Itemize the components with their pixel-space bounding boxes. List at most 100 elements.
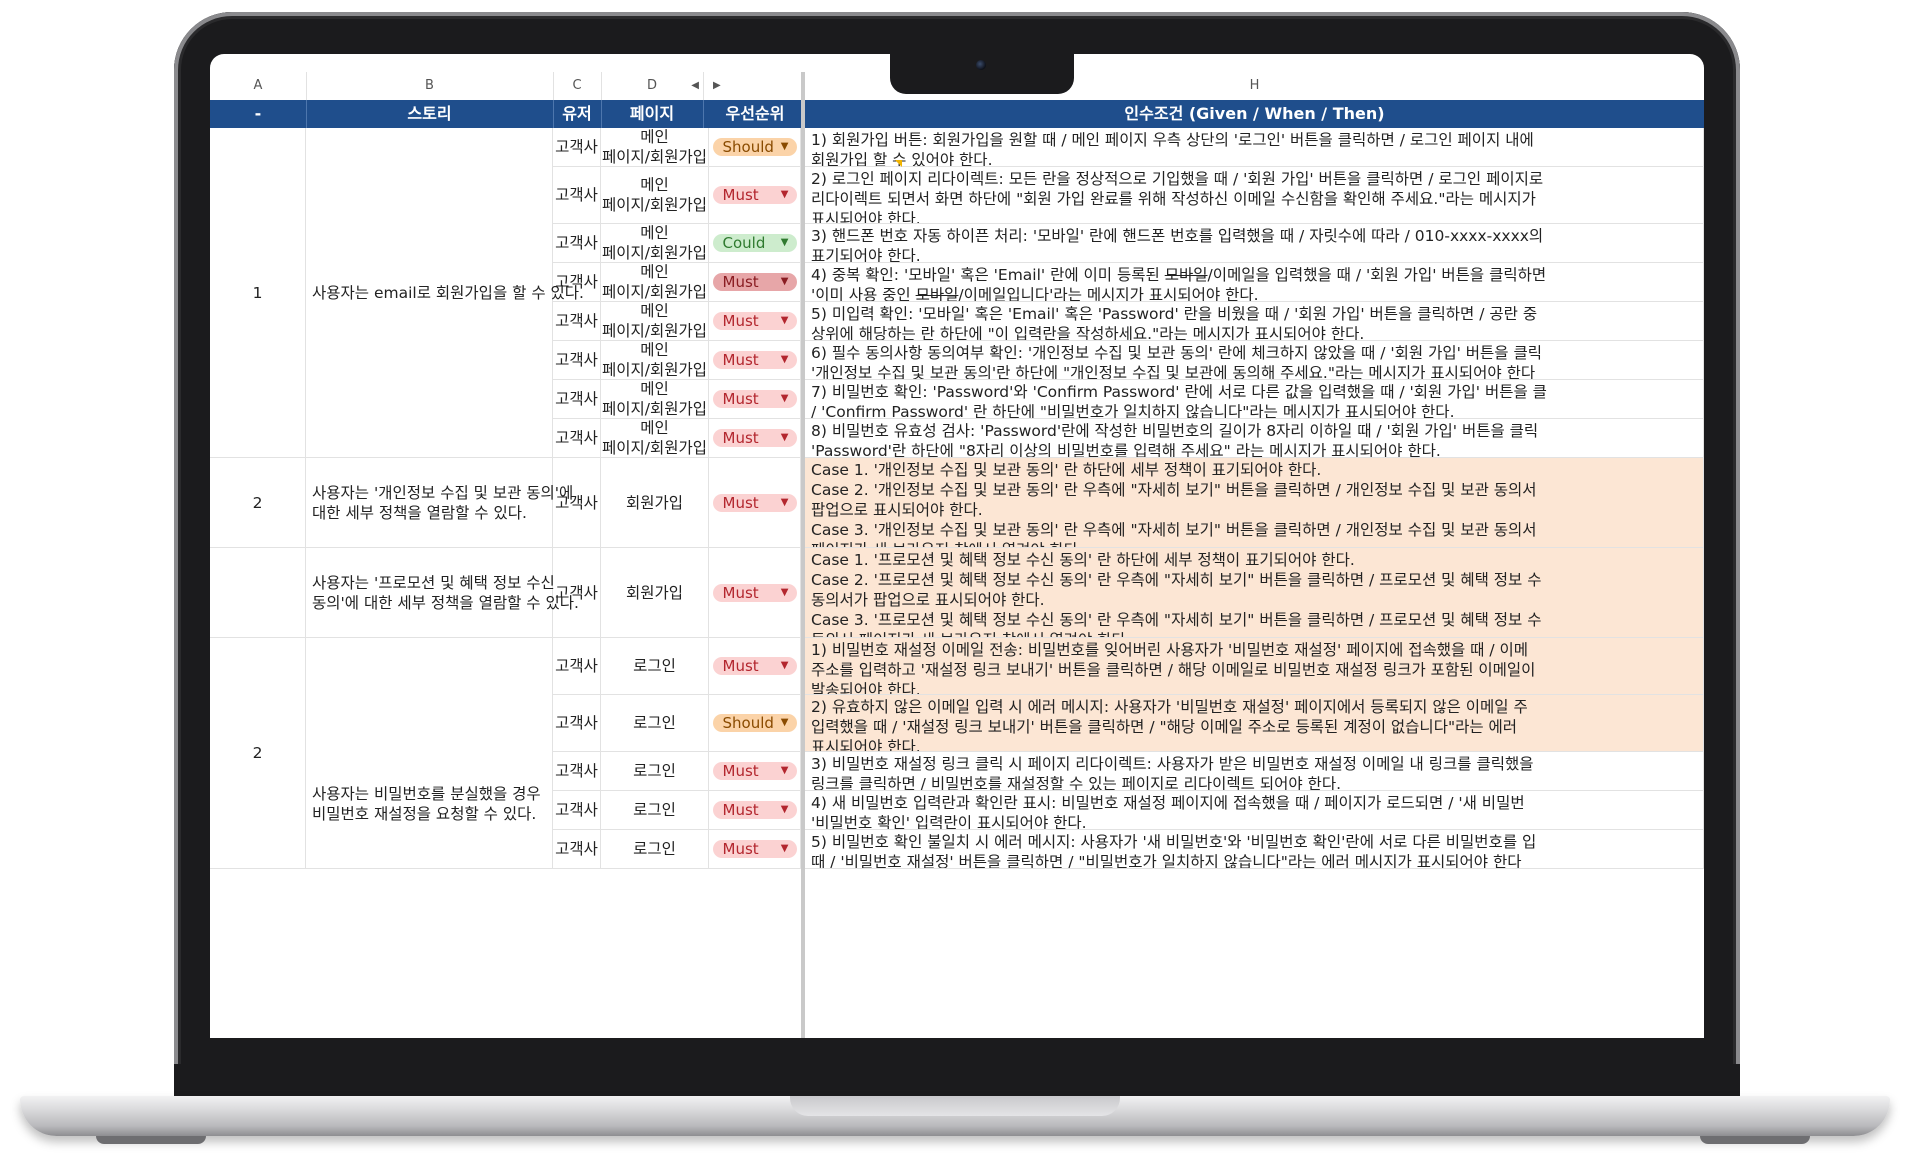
cell-story-number[interactable]: 1 (210, 128, 306, 458)
cell-user[interactable]: 고객사 (553, 830, 601, 869)
chevron-down-icon[interactable]: ▼ (781, 493, 789, 513)
cell-priority[interactable]: Must ▼ (709, 638, 801, 695)
cell-criteria[interactable]: 7) 비밀번호 확인: 'Password'와 'Confirm Passwor… (805, 380, 1704, 419)
column-letter-a[interactable]: A (210, 72, 307, 100)
cell-page[interactable]: 메인 페이지/회원가입 (601, 263, 709, 302)
cell-priority[interactable]: Must ▼ (709, 548, 801, 638)
priority-dropdown[interactable]: Must ▼ (712, 428, 797, 448)
cell-user[interactable]: 고객사 (553, 167, 601, 224)
cell-story-number[interactable]: 2 (210, 638, 306, 869)
cell-priority[interactable]: Should ▼ (709, 128, 801, 167)
cell-page[interactable]: 메인 페이지/회원가입 (601, 380, 709, 419)
priority-dropdown[interactable]: Must ▼ (712, 493, 797, 513)
cell-priority[interactable]: Must ▼ (709, 263, 801, 302)
expand-right-icon[interactable]: ▶ (713, 72, 721, 100)
cell-criteria[interactable]: 6) 필수 동의사항 동의여부 확인: '개인정보 수집 및 보관 동의' 란에… (805, 341, 1704, 380)
chevron-down-icon[interactable]: ▼ (781, 350, 789, 370)
priority-dropdown[interactable]: Must ▼ (712, 389, 797, 409)
cell-criteria[interactable]: 1) 회원가입 버튼: 회원가입을 원할 때 / 메인 페이지 우측 상단의 '… (805, 128, 1704, 167)
cell-user[interactable]: 고객사 (553, 752, 601, 791)
cell-story[interactable]: 사용자는 비밀번호를 분실했을 경우 비밀번호 재설정을 요청할 수 있다. (306, 638, 553, 869)
priority-dropdown[interactable]: Must ▼ (712, 583, 797, 603)
cell-user[interactable]: 고객사 (553, 791, 601, 830)
cell-criteria[interactable]: 3) 핸드폰 번호 자동 하이픈 처리: '모바일' 란에 핸드폰 번호를 입력… (805, 224, 1704, 263)
freeze-divider[interactable] (801, 72, 805, 1038)
chevron-down-icon[interactable]: ▼ (781, 761, 789, 781)
cell-criteria[interactable]: 3) 비밀번호 재설정 링크 클릭 시 페이지 리다이렉트: 사용자가 받은 비… (805, 752, 1704, 791)
cell-page[interactable]: 로그인 (601, 752, 709, 791)
cell-criteria[interactable]: 1) 비밀번호 재설정 이메일 전송: 비밀번호를 잊어버린 사용자가 '비밀번… (805, 638, 1704, 695)
chevron-down-icon[interactable]: ▼ (781, 389, 789, 409)
cell-page[interactable]: 로그인 (601, 830, 709, 869)
column-letter-b[interactable]: B (306, 72, 554, 100)
chevron-down-icon[interactable]: ▼ (781, 583, 789, 603)
cell-priority[interactable]: Must ▼ (709, 302, 801, 341)
cell-criteria[interactable]: Case 1. '프로모션 및 혜택 정보 수신 동의' 란 하단에 세부 정책… (805, 548, 1704, 638)
cell-priority[interactable]: Must ▼ (709, 458, 801, 548)
cell-page[interactable]: 로그인 (601, 791, 709, 830)
priority-dropdown[interactable]: Must ▼ (712, 350, 797, 370)
cell-priority[interactable]: Must ▼ (709, 830, 801, 869)
chevron-down-icon[interactable]: ▼ (781, 656, 789, 676)
cell-user[interactable]: 고객사 (553, 341, 601, 380)
chevron-down-icon[interactable]: ▼ (781, 800, 789, 820)
cell-user[interactable]: 고객사 (553, 224, 601, 263)
cell-criteria[interactable]: 4) 새 비밀번호 입력란과 확인란 표시: 비밀번호 재설정 페이지에 접속했… (805, 791, 1704, 830)
priority-dropdown[interactable]: Must ▼ (712, 272, 797, 292)
priority-dropdown[interactable]: Must ▼ (712, 839, 797, 859)
priority-dropdown[interactable]: Must ▼ (712, 656, 797, 676)
cell-criteria[interactable]: 5) 비밀번호 확인 불일치 시 에러 메시지: 사용자가 '새 비밀번호'와 … (805, 830, 1704, 869)
cell-criteria[interactable]: Case 1. '개인정보 수집 및 보관 동의' 란 하단에 세부 정책이 표… (805, 458, 1704, 548)
cell-page[interactable]: 메인 페이지/회원가입 (601, 167, 709, 224)
column-letter-c[interactable]: C (553, 72, 602, 100)
cell-page[interactable]: 회원가입 (601, 458, 709, 548)
cell-criteria[interactable]: 8) 비밀번호 유효성 검사: 'Password'란에 작성한 비밀번호의 길… (805, 419, 1704, 458)
cell-page[interactable]: 회원가입 (601, 548, 709, 638)
hidden-columns-toggle[interactable]: ▶ (709, 72, 802, 100)
chevron-down-icon[interactable]: ▼ (781, 428, 789, 448)
cell-priority[interactable]: Could ▼ (709, 224, 801, 263)
cell-priority[interactable]: Must ▼ (709, 791, 801, 830)
chevron-down-icon[interactable]: ▼ (781, 839, 789, 859)
cell-user[interactable]: 고객사 (553, 302, 601, 341)
cell-story-number[interactable]: 2 (210, 458, 306, 548)
priority-dropdown[interactable]: Should ▼ (712, 138, 797, 156)
cell-criteria[interactable]: 2) 유효하지 않은 이메일 입력 시 에러 메시지: 사용자가 '비밀번호 재… (805, 695, 1704, 752)
priority-dropdown[interactable]: Should ▼ (712, 713, 797, 733)
cell-user[interactable]: 고객사 (553, 380, 601, 419)
spreadsheet[interactable]: A B C D ◀ ▶ H - 스토리 유저 페이지 우선순위 인수조건 (Giv… (210, 54, 1704, 1038)
cell-page[interactable]: 로그인 (601, 638, 709, 695)
cell-page[interactable]: 로그인 (601, 695, 709, 752)
cell-page[interactable]: 메인 페이지/회원가입 (601, 341, 709, 380)
chevron-down-icon[interactable]: ▼ (781, 233, 789, 253)
priority-dropdown[interactable]: Must ▼ (712, 761, 797, 781)
priority-dropdown[interactable]: Must ▼ (712, 800, 797, 820)
cell-page[interactable]: 메인 페이지/회원가입 (601, 128, 709, 167)
cell-page[interactable]: 메인 페이지/회원가입 (601, 224, 709, 263)
comment-flag-icon[interactable] (895, 160, 902, 167)
column-letter-d[interactable]: D ◀ (601, 72, 704, 100)
cell-criteria[interactable]: 4) 중복 확인: '모바일' 혹은 'Email' 란에 이미 등록된 모바일… (805, 263, 1704, 302)
cell-priority[interactable]: Must ▼ (709, 419, 801, 458)
chevron-down-icon[interactable]: ▼ (781, 272, 789, 292)
cell-page[interactable]: 메인 페이지/회원가입 (601, 419, 709, 458)
priority-dropdown[interactable]: Must ▼ (712, 186, 797, 204)
priority-dropdown[interactable]: Could ▼ (712, 233, 797, 253)
chevron-down-icon[interactable]: ▼ (781, 713, 789, 733)
priority-dropdown[interactable]: Must ▼ (712, 311, 797, 331)
cell-story[interactable]: 사용자는 email로 회원가입을 할 수 있다. (306, 128, 584, 458)
cell-user[interactable]: 고객사 (553, 695, 601, 752)
chevron-down-icon[interactable]: ▼ (781, 311, 789, 331)
cell-story[interactable]: 사용자는 '개인정보 수집 및 보관 동의'에 대한 세부 정책을 열람할 수 … (306, 458, 573, 548)
cell-criteria[interactable]: 2) 로그인 페이지 리다이렉트: 모든 란을 정상적으로 기입했을 때 / '… (805, 167, 1704, 224)
cell-page[interactable]: 메인 페이지/회원가입 (601, 302, 709, 341)
collapse-left-icon[interactable]: ◀ (691, 72, 699, 100)
cell-priority[interactable]: Must ▼ (709, 167, 801, 224)
cell-story-number[interactable] (210, 548, 306, 638)
cell-user[interactable]: 고객사 (553, 419, 601, 458)
cell-priority[interactable]: Must ▼ (709, 380, 801, 419)
cell-story[interactable]: 사용자는 '프로모션 및 혜택 정보 수신 동의'에 대한 세부 정책을 열람할… (306, 548, 579, 638)
cell-priority[interactable]: Must ▼ (709, 341, 801, 380)
cell-priority[interactable]: Should ▼ (709, 695, 801, 752)
cell-user[interactable]: 고객사 (553, 128, 601, 167)
